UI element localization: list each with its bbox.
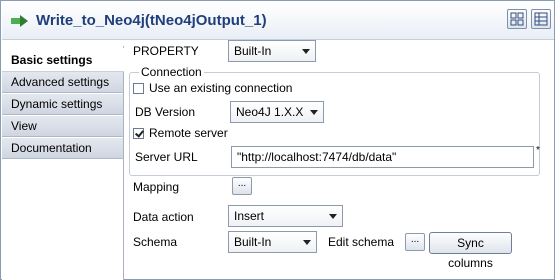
data-action-select[interactable]: Insert bbox=[228, 205, 343, 227]
edit-schema-label: Edit schema bbox=[328, 235, 395, 249]
remote-server-checkbox[interactable] bbox=[133, 128, 144, 139]
tab-basic-settings[interactable]: Basic settings bbox=[2, 48, 124, 72]
db-version-label: DB Version bbox=[135, 105, 196, 119]
schema-value: Built-In bbox=[234, 235, 272, 249]
server-url-label: Server URL bbox=[135, 150, 198, 164]
db-version-select[interactable]: Neo4J 1.X.X bbox=[230, 101, 324, 123]
edit-schema-button[interactable]: ... bbox=[405, 233, 425, 251]
settings-tab-list: Basic settings Advanced settings Dynamic… bbox=[2, 46, 124, 280]
grid-view-icon bbox=[510, 12, 524, 26]
data-action-value: Insert bbox=[234, 209, 265, 223]
schema-select[interactable]: Built-In bbox=[228, 231, 317, 253]
mapping-edit-button[interactable]: ... bbox=[232, 177, 252, 195]
mapping-label: Mapping bbox=[133, 180, 180, 194]
table-view-icon bbox=[534, 12, 548, 26]
data-action-label: Data action bbox=[133, 210, 194, 224]
layout-table-button[interactable] bbox=[531, 9, 551, 29]
neo4j-component-icon bbox=[11, 15, 28, 27]
title-bar: Write_to_Neo4j(tNeo4jOutput_1) bbox=[2, 2, 554, 40]
chevron-down-icon bbox=[302, 49, 310, 54]
layout-grid-button[interactable] bbox=[507, 9, 527, 29]
chevron-down-icon bbox=[303, 240, 311, 245]
connection-group-title: Connection bbox=[139, 65, 204, 79]
db-version-value: Neo4J 1.X.X bbox=[236, 105, 304, 119]
use-existing-connection-checkbox[interactable] bbox=[133, 83, 144, 94]
use-existing-connection-label: Use an existing connection bbox=[149, 81, 293, 95]
required-marker: * bbox=[536, 145, 540, 156]
window-title: Write_to_Neo4j(tNeo4jOutput_1) bbox=[36, 12, 267, 29]
property-label: PROPERTY bbox=[133, 44, 199, 58]
server-url-input[interactable]: "http://localhost:7474/db/data" bbox=[231, 146, 534, 168]
chevron-down-icon bbox=[329, 214, 337, 219]
tab-view[interactable]: View bbox=[2, 116, 123, 137]
remote-server-label: Remote server bbox=[149, 126, 228, 140]
property-select[interactable]: Built-In bbox=[228, 40, 316, 62]
tab-dynamic-settings[interactable]: Dynamic settings bbox=[2, 94, 123, 115]
tab-advanced-settings[interactable]: Advanced settings bbox=[2, 72, 123, 93]
sync-columns-button[interactable]: Sync columns bbox=[429, 232, 512, 270]
property-value: Built-In bbox=[234, 44, 272, 58]
tab-documentation[interactable]: Documentation bbox=[2, 138, 123, 159]
chevron-down-icon bbox=[310, 110, 318, 115]
schema-label: Schema bbox=[133, 235, 178, 249]
